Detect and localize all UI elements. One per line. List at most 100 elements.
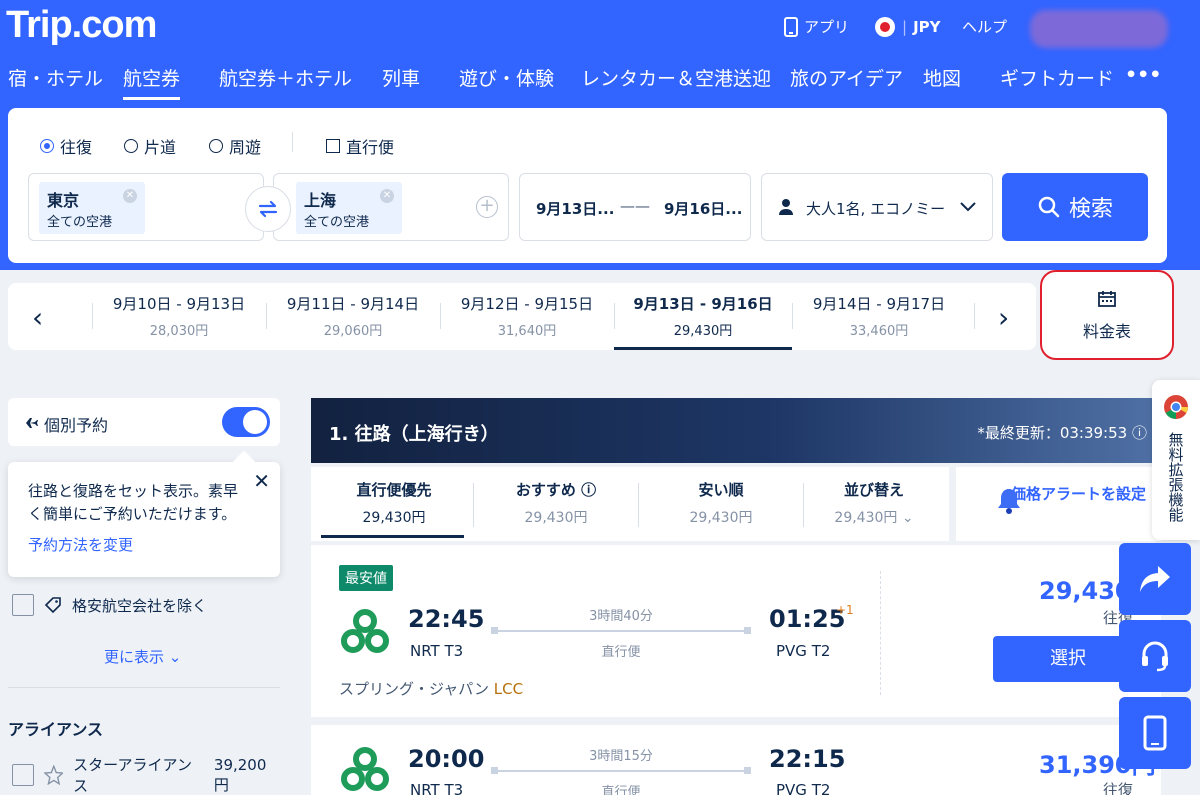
nav-item-activities[interactable]: 遊び・体験 [459,64,554,97]
airline-name: スプリング・ジャパン LCC [339,680,524,698]
flight-duration: 3時間40分 [589,609,653,624]
date-option[interactable]: 9月11日 - 9月14日 29,060円 [268,293,438,339]
results-header: 1. 往路（上海行き） *最終更新：03:39:53 ⓘ [311,398,1161,463]
chevron-down-icon: ⌄ [168,648,182,666]
divider [266,303,267,329]
phone-icon [784,16,798,37]
spring-japan-logo-icon [341,609,389,653]
divider [92,303,93,329]
price-alert-button[interactable]: 価格アラートを設定 [956,467,1161,541]
spring-japan-logo-icon [341,747,389,791]
add-destination-icon[interactable]: + [476,196,498,218]
passenger-selector[interactable]: 大人1名, エコノミー [761,173,993,241]
help-link[interactable]: ヘルプ [962,16,1007,37]
sort-cheapest[interactable]: 安い順 29,430円 [646,479,796,527]
divider [880,571,881,695]
arrival-time: 01:25 [769,605,846,633]
flight-line [491,767,751,774]
passenger-text: 大人1名, エコノミー [806,200,946,218]
radio-icon [124,139,138,153]
alliance-filter-star[interactable]: スターアライアンス 39,200円 [8,754,280,795]
date-field[interactable]: 9月13日... —— 9月16日... [519,173,751,241]
change-booking-method-link[interactable]: 予約方法を変更 [28,534,260,557]
flight-line [491,627,751,634]
sort-direct-first[interactable]: 直行便優先 29,430円 [319,479,469,527]
nav-item-flights[interactable]: 航空券 [123,64,181,100]
last-updated: *最終更新：03:39:53 ⓘ [977,424,1147,442]
individual-booking-toggle-row: 個別予約 [8,398,280,446]
destination-field[interactable]: 上海 全ての空港 ✕ + [273,173,509,241]
alliance-heading: アライアンス [8,720,104,739]
arrival-time: 22:15 [769,745,846,773]
user-account-redacted[interactable] [1030,10,1168,48]
app-link[interactable]: アプリ [784,16,849,37]
destination-tag: 上海 全ての空港 ✕ [296,182,402,234]
sort-bar: 直行便優先 29,430円 おすすめ ⓘ 29,430円 安い順 29,430円 並び… [311,467,949,541]
bell-icon [998,489,1020,514]
share-icon [1140,566,1170,592]
show-more-link[interactable]: 更に表示 ⌄ [104,646,181,667]
search-button[interactable]: 検索 [1002,173,1148,241]
nav-item-travel-ideas[interactable]: 旅のアイデア [790,64,903,97]
close-icon[interactable]: ✕ [253,470,270,493]
date-option[interactable]: 9月12日 - 9月15日 31,640円 [442,293,612,339]
nav-item-trains[interactable]: 列車 [382,64,420,97]
plane-icon [21,418,38,428]
flight-card[interactable]: 20:00 NRT T3 3時間15分 直行便 22:15 PVG T2 31,… [311,725,1161,795]
checkbox-icon [326,139,340,153]
date-option[interactable]: 9月10日 - 9月13日 28,030円 [94,293,264,339]
sort-recommended[interactable]: おすすめ ⓘ 29,430円 [481,479,631,527]
share-button[interactable] [1119,543,1191,615]
cheapest-badge: 最安値 [339,565,393,591]
trip-logo[interactable]: Trip.com [6,4,157,47]
nav-item-hotels[interactable]: 宿・ホテル [8,64,103,97]
phone-icon [1143,715,1167,751]
exclude-lcc-filter[interactable]: 格安航空会社を除く [8,594,207,616]
info-icon: ⓘ [581,481,597,499]
depart-date: 9月13日... [536,200,615,218]
arrival-airport: PVG T2 [776,642,831,660]
arrival-airport: PVG T2 [776,781,831,795]
flight-duration: 3時間15分 [589,749,653,764]
swap-button[interactable] [245,186,291,232]
date-option-selected[interactable]: 9月13日 - 9月16日 29,430円 [614,293,792,350]
individual-booking-label: 個別予約 [44,416,109,435]
customer-support-button[interactable] [1119,620,1191,692]
trip-type-roundtrip[interactable]: 往復 [40,134,92,158]
chevron-left-icon[interactable]: ‹ [32,301,43,334]
chevron-right-icon[interactable]: › [998,301,1009,334]
nav-item-map[interactable]: 地図 [923,64,961,97]
nav-more-button[interactable]: ••• [1125,64,1161,92]
divider [974,303,975,329]
remove-origin-icon[interactable]: ✕ [123,189,137,203]
mobile-app-button[interactable] [1119,697,1191,769]
flight-stops: 直行便 [601,785,641,795]
chevron-down-icon: ⌄ [901,510,914,526]
swap-icon [258,200,278,218]
chrome-icon [1164,395,1188,419]
departure-airport: NRT T3 [410,781,464,795]
headset-icon [1142,641,1168,672]
trip-type-oneway[interactable]: 片道 [124,134,176,158]
divider [292,132,293,152]
direct-only-checkbox[interactable]: 直行便 [326,134,394,158]
main-nav: 宿・ホテル 航空券 航空券＋ホテル 列車 遊び・体験 レンタカー＆空港送迎 旅の… [0,64,1200,104]
booking-tooltip: ✕ 往路と復路をセット表示。素早く簡単にご予約いただけます。 予約方法を変更 [8,462,280,577]
extension-panel[interactable]: 無料拡張機能 [1152,380,1200,540]
currency-selector[interactable]: | JPY [874,16,941,38]
price-table-button[interactable]: 料金表 [1040,270,1174,360]
trip-type-multicity[interactable]: 周遊 [209,134,261,158]
info-icon[interactable]: ⓘ [1132,424,1147,442]
nav-item-car-rental[interactable]: レンタカー＆空港送迎 [581,64,771,97]
day-offset: +1 [836,603,854,617]
individual-booking-toggle[interactable] [222,407,270,437]
origin-field[interactable]: 東京 全ての空港 ✕ [28,173,264,241]
remove-destination-icon[interactable]: ✕ [380,189,394,203]
results-title: 1. 往路（上海行き） [329,424,499,445]
date-option[interactable]: 9月14日 - 9月17日 33,460円 [794,293,964,339]
flight-card[interactable]: 最安値 22:45 NRT T3 3時間40分 直行便 01:25 +1 PVG… [311,545,1161,717]
nav-item-gift-card[interactable]: ギフトカード [1000,64,1114,97]
nav-item-flight-hotel[interactable]: 航空券＋ホテル [219,64,352,97]
sort-dropdown[interactable]: 並び替え 29,430円 ⌄ [799,479,949,527]
return-date: 9月16日... [664,200,743,218]
